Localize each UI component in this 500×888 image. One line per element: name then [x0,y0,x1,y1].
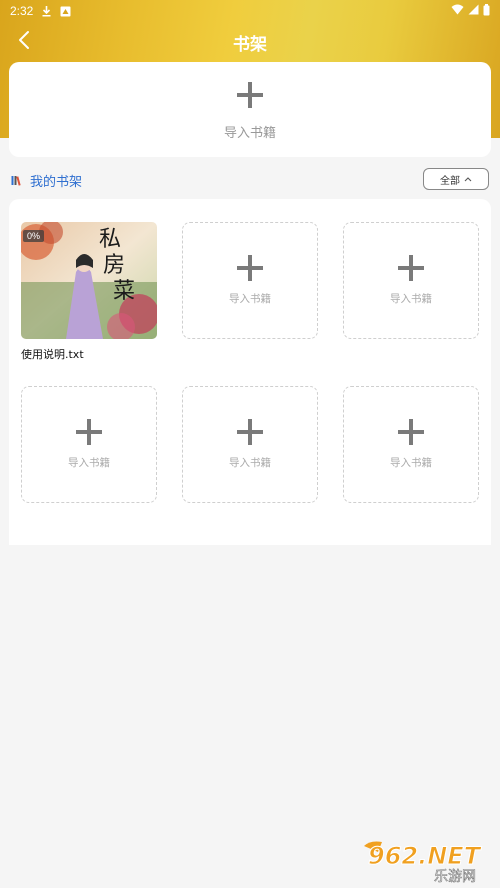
plus-icon [398,419,424,449]
plus-icon [237,255,263,285]
cover-title-char-1: 私 [99,227,121,252]
book-title: 使用说明.txt [21,348,84,361]
battery-icon [483,3,490,19]
book-item[interactable]: 私 房 菜 0% 使用说明.txt [21,222,157,362]
status-bar: 2:32 [0,0,500,22]
import-book-label: 导入书籍 [229,457,271,469]
import-book-label: 导入书籍 [390,293,432,305]
download-icon [41,5,52,17]
import-book-label: 导入书籍 [229,293,271,305]
books-icon [11,175,22,186]
progress-badge: 0% [23,230,45,242]
import-book-label: 导入书籍 [390,457,432,469]
plus-icon [398,255,424,285]
cover-title-char-3: 菜 [113,279,135,304]
site-watermark-logo: 962.NET 乐游网 [360,838,496,885]
empty-slot[interactable]: 导入书籍 [21,386,157,503]
filter-dropdown[interactable]: 全部 [423,168,489,190]
empty-slot[interactable]: 导入书籍 [182,222,318,339]
chevron-up-icon [464,174,472,185]
status-right-icons [451,3,490,19]
notification-icon [60,6,71,17]
plus-icon [237,419,263,449]
empty-slot[interactable]: 导入书籍 [343,386,479,503]
back-button[interactable] [10,28,38,56]
chevron-left-icon [17,30,31,54]
watermark-line2: 乐游网 [434,869,476,884]
bookshelf-grid: 私 房 菜 0% 使用说明.txt 导入书籍 导入书籍 导入书籍 导入书籍 导入… [9,199,491,545]
watermark-line1: 962.NET [368,842,482,870]
empty-slot[interactable]: 导入书籍 [343,222,479,339]
shelf-section-title: 我的书架 [30,174,83,190]
page-title: 书架 [233,34,267,55]
import-book-label: 导入书籍 [223,126,276,141]
empty-slot[interactable]: 导入书籍 [182,386,318,503]
plus-icon [76,419,102,449]
filter-label: 全部 [440,175,460,187]
nav-bar: 书架 [0,22,500,62]
wifi-icon [451,4,464,18]
cover-title-char-2: 房 [103,253,125,278]
cell-signal-icon [468,4,479,18]
import-book-card[interactable]: 导入书籍 [9,62,491,157]
plus-icon [237,82,263,112]
status-time: 2:32 [10,4,34,18]
book-cover[interactable]: 私 房 菜 0% [21,222,157,339]
shelf-section-header: 我的书架 全部 [9,167,491,193]
import-book-label: 导入书籍 [68,457,110,469]
